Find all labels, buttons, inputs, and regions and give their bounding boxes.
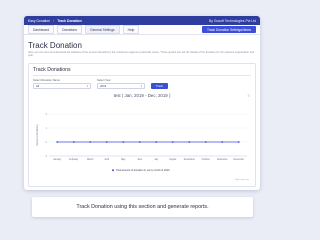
data-point [188, 141, 191, 143]
tab-dashboard[interactable]: Dashboard [28, 25, 55, 34]
donation-chart: Amount (Donations) 2 1 0 -1 January February Ma… [33, 100, 253, 184]
data-point [105, 141, 108, 143]
chart-credit: Highcharts.com [235, 178, 249, 181]
chart-svg: Amount (Donations) 2 1 0 -1 January February Ma… [36, 113, 249, 181]
data-point [221, 141, 224, 143]
donation-name-value: All [36, 83, 40, 88]
data-point [72, 141, 75, 143]
page-title: Track Donation [28, 41, 82, 50]
data-point [237, 141, 240, 143]
track-donation-settings-button[interactable]: Track Donation Settings/Items [201, 25, 256, 34]
y-tick-label: 1 [46, 127, 48, 130]
donation-name-select[interactable]: All ▾ [33, 82, 91, 89]
tab-donations[interactable]: Donations [57, 25, 82, 34]
year-field: Select Year 2019 ▾ [97, 79, 145, 89]
year-value: 2019 [100, 83, 107, 88]
tab-help[interactable]: Help [122, 25, 140, 34]
x-tick-label: October [202, 158, 210, 161]
breadcrumb-current: Track Donation [57, 18, 82, 23]
data-point [204, 141, 207, 143]
x-tick-label: September [184, 158, 195, 161]
title-bar: Easy Donation › Track Donation By Gosoft… [24, 16, 260, 25]
menu-icon[interactable]: ≡ [248, 93, 250, 98]
legend-label: Total amount of donation in every month … [116, 169, 170, 172]
x-tick-label: August [169, 158, 177, 161]
data-point [155, 141, 158, 143]
x-tick-label: December [233, 158, 244, 161]
app-name[interactable]: Easy Donation [28, 19, 50, 23]
chevron-down-icon: ▾ [140, 84, 142, 88]
x-tick-label: January [53, 158, 62, 161]
y-tick-label: 2 [46, 113, 48, 116]
year-select[interactable]: 2019 ▾ [97, 82, 145, 89]
chevron-down-icon: ▾ [86, 84, 88, 88]
track-donations-card: Track Donations Select Donation Name All… [28, 63, 256, 187]
breadcrumb-separator: › [53, 18, 55, 23]
data-point [171, 141, 174, 143]
card-title: Track Donations [33, 67, 71, 73]
tab-general-settings[interactable]: General Settings [85, 25, 120, 34]
caption-card: Track Donation using this section and ge… [32, 197, 253, 217]
y-tick-label: 0 [46, 141, 48, 144]
donation-name-field: Select Donation Name All ▾ [33, 79, 91, 89]
x-tick-label: April [104, 158, 109, 161]
data-point [138, 141, 141, 143]
page-description: Here you can view and download full stat… [28, 51, 255, 58]
x-tick-label: November [217, 158, 228, 161]
donation-name-label: Select Donation Name [33, 78, 60, 82]
x-tick-label: February [69, 158, 79, 161]
app-screenshot: Easy Donation › Track Donation By Gosoft… [24, 16, 260, 190]
year-label: Select Year [97, 78, 111, 82]
nav-bar: Dashboard Donations General Settings Hel… [24, 25, 260, 35]
x-tick-label: March [87, 158, 94, 161]
x-tick-label: July [154, 159, 159, 161]
legend-marker [112, 169, 114, 172]
data-point [122, 141, 125, 143]
x-tick-label: May [121, 159, 126, 161]
track-form: Select Donation Name All ▾ Select Year 2… [29, 76, 255, 89]
track-button[interactable]: Track [151, 82, 168, 89]
y-tick-label: -1 [45, 155, 48, 158]
data-point [56, 141, 59, 143]
chart-title: test ( Jan, 2019 - Dec, 2019 ) [113, 93, 171, 98]
x-tick-label: June [137, 159, 143, 161]
caption-text: Track Donation using this section and ge… [76, 204, 209, 210]
brand-label: By Gosoft Technologies Pvt Ltd [208, 18, 256, 23]
data-point [89, 141, 92, 143]
y-axis-label: Amount (Donations) [36, 124, 39, 145]
